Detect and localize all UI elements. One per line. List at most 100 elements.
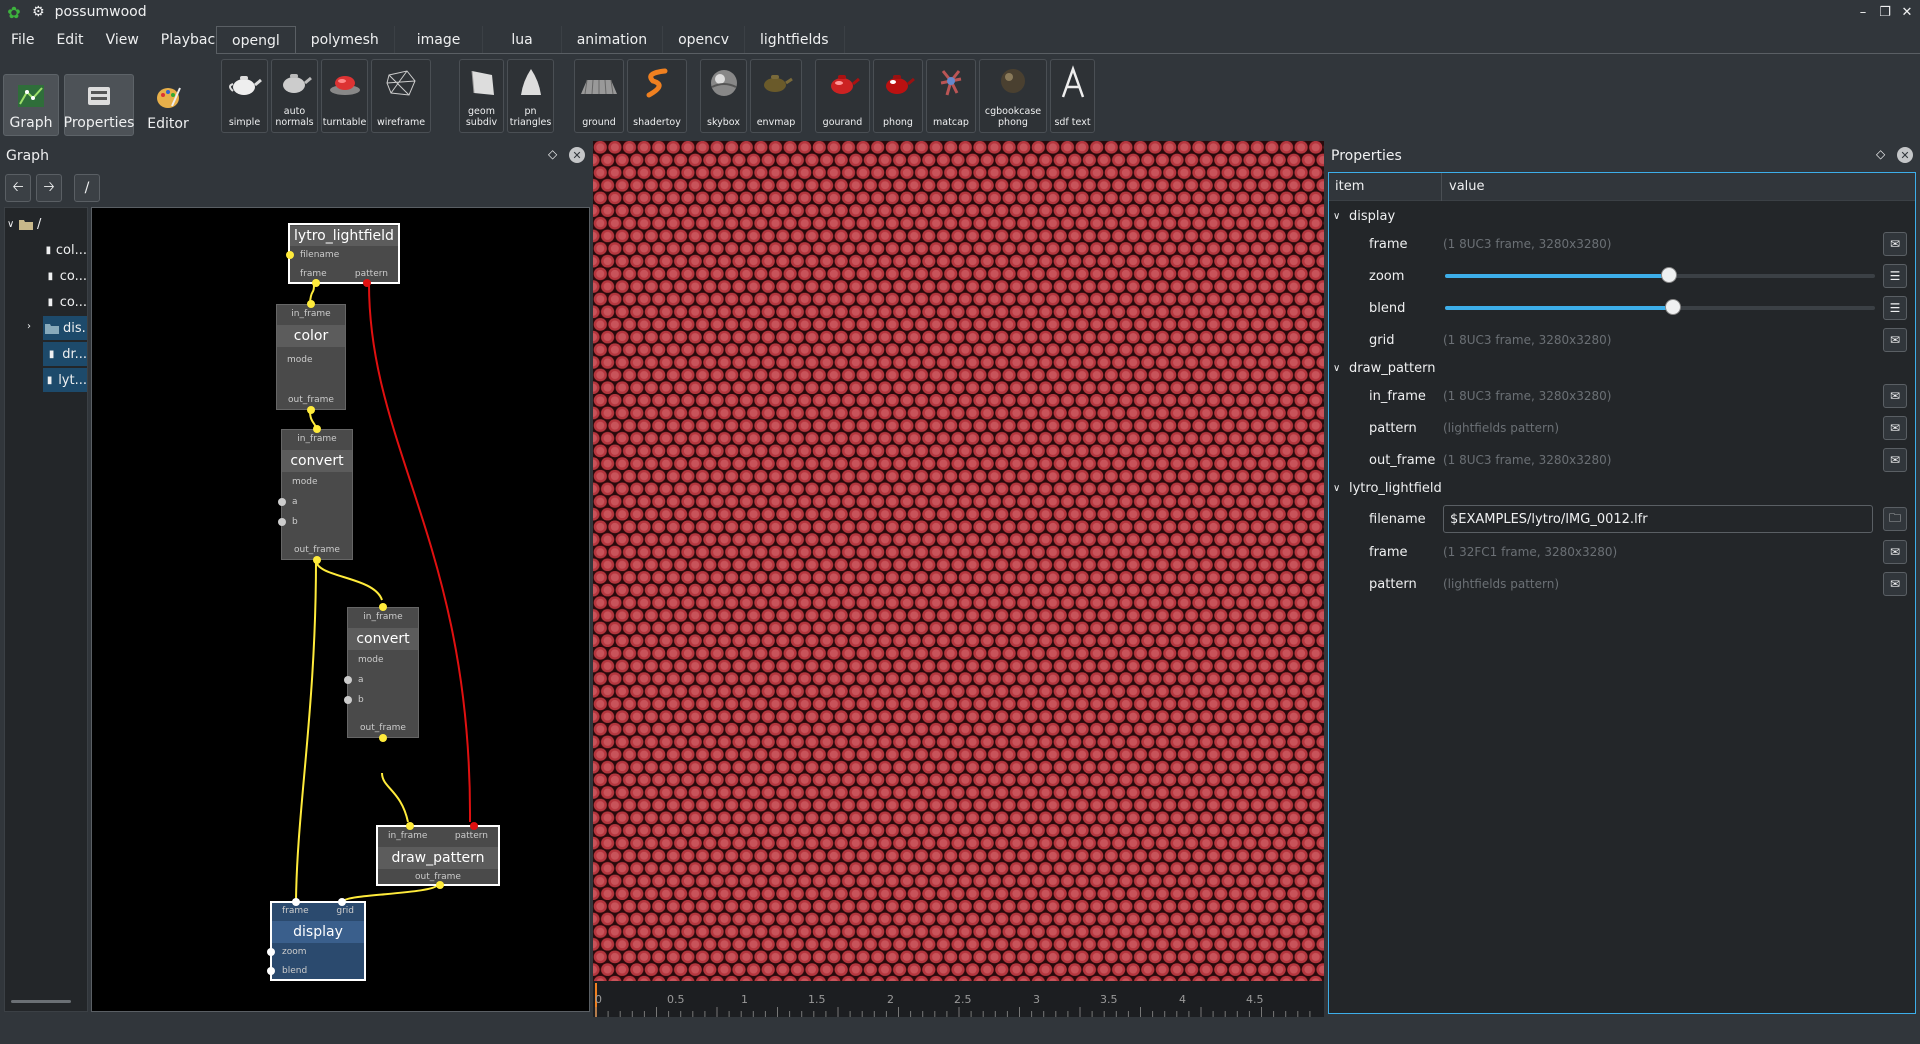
tab-opengl[interactable]: opengl [216,26,296,54]
pin-icon[interactable]: ⚙ [32,4,45,20]
tool-gourand[interactable]: gourand [815,59,870,133]
port-dot[interactable] [267,948,275,956]
column-item[interactable]: item [1335,179,1364,194]
tool-cgbookcase-phong[interactable]: cgbookcase phong [979,59,1047,133]
tree-item-convert-2[interactable]: ▮ co... [5,290,87,314]
zoom-slider[interactable] [1445,267,1875,283]
comment-icon[interactable]: ✉ [1883,328,1907,352]
node-draw-pattern[interactable]: in_frame pattern draw_pattern out_frame [376,822,500,889]
graph-button[interactable]: Graph [3,74,59,136]
tool-wireframe[interactable]: wireframe [371,59,431,133]
port-dot[interactable] [379,734,387,742]
column-value[interactable]: value [1449,179,1485,194]
comment-icon[interactable]: ✉ [1883,232,1907,256]
tool-skybox[interactable]: skybox [700,59,747,133]
port-dot[interactable] [470,822,478,830]
port-dot[interactable] [344,676,352,684]
tree-item-draw-pattern[interactable]: ▮ dr... [43,342,87,366]
tree-item-color[interactable]: ▮ col... [5,238,87,262]
menu-icon[interactable]: ☰ [1883,296,1907,320]
port-dot[interactable] [278,518,286,526]
port-dot[interactable] [286,251,294,259]
port-dot[interactable] [436,881,444,889]
forward-button[interactable]: 🡢 [36,174,62,202]
float-panel-icon[interactable]: ◇ [1876,147,1885,161]
tool-simple[interactable]: simple [221,59,268,133]
tool-geom-subdiv[interactable]: geom subdiv [459,59,504,133]
chevron-down-icon[interactable]: ∨ [1333,211,1340,222]
port-dot[interactable] [344,696,352,704]
restore-icon[interactable]: ❐ [1875,2,1895,22]
port-dot[interactable] [338,898,346,906]
comment-icon[interactable]: ✉ [1883,384,1907,408]
tool-shadertoy[interactable]: shadertoy [627,59,687,133]
node-lytro-lightfield[interactable]: lytro_lightfield filename frame pattern [286,223,400,287]
port-dot[interactable] [406,822,414,830]
tab-lightfields[interactable]: lightfields [745,26,845,54]
port-dot[interactable] [278,498,286,506]
port-dot[interactable] [379,603,387,611]
tool-pn-triangles[interactable]: pn triangles [507,59,554,133]
zoom-slider-handle[interactable] [1660,267,1677,283]
tree-item-lytro[interactable]: ▮ lyt... [43,368,87,392]
timeline[interactable]: 0 0.5 1 1.5 2 2.5 3 3.5 4 4.5 [593,981,1324,1017]
node-convert-1[interactable]: in_frame convert mode a b out_frame [278,425,353,564]
tool-envmap[interactable]: envmap [750,59,802,133]
tool-turntable[interactable]: turntable [321,59,368,133]
filename-input[interactable]: $EXAMPLES/lytro/IMG_0012.lfr [1443,505,1873,533]
port-dot[interactable] [292,898,300,906]
properties-button[interactable]: Properties [64,74,134,136]
tab-image[interactable]: image [395,26,484,54]
render-viewport[interactable] [593,141,1324,981]
group-display[interactable]: ∨ display [1329,203,1915,229]
path-root-button[interactable]: / [74,174,100,202]
tool-sdf-text[interactable]: sdf text [1050,59,1095,133]
blend-slider-handle[interactable] [1664,299,1681,315]
node-convert-2[interactable]: in_frame convert mode a b out_frame [344,603,419,742]
port-dot[interactable] [267,967,275,975]
comment-icon[interactable]: ✉ [1883,572,1907,596]
tab-polymesh[interactable]: polymesh [296,26,395,54]
tab-opencv[interactable]: opencv [663,26,746,54]
tool-matcap[interactable]: matcap [926,59,976,133]
comment-icon[interactable]: ✉ [1883,448,1907,472]
node-color[interactable]: in_frame color mode out_frame [276,300,346,414]
minimize-icon[interactable]: – [1853,2,1873,22]
chevron-down-icon[interactable]: ∨ [1333,363,1340,374]
close-window-icon[interactable]: ✕ [1897,2,1917,22]
port-dot[interactable] [313,556,321,564]
group-draw-pattern[interactable]: ∨ draw_pattern [1329,355,1915,381]
node-display[interactable]: frame grid display zoom blend [267,898,366,981]
tree-item-convert-1[interactable]: ▮ co... [5,264,87,288]
back-button[interactable]: 🡠 [5,174,31,202]
chevron-down-icon[interactable]: ∨ [1333,483,1340,494]
close-properties-panel-icon[interactable]: ✕ [1897,147,1913,163]
comment-icon[interactable]: ✉ [1883,416,1907,440]
tree-item-display[interactable]: dis... [43,316,87,340]
port-dot[interactable] [307,406,315,414]
blend-slider[interactable] [1445,299,1875,315]
menu-file[interactable]: File [0,32,45,48]
tool-ground[interactable]: ground [574,59,624,133]
port-dot[interactable] [363,279,371,287]
tree-item-root[interactable]: ∨ / [5,212,87,236]
port-dot[interactable] [307,300,315,308]
close-graph-panel-icon[interactable]: ✕ [569,147,585,163]
tab-lua[interactable]: lua [483,26,562,54]
tool-auto-normals[interactable]: auto normals [271,59,318,133]
tool-phong[interactable]: phong [873,59,923,133]
port-dot[interactable] [313,425,321,433]
folder-open-icon[interactable]: 🗀 [1883,507,1907,531]
menu-edit[interactable]: Edit [45,32,94,48]
group-lytro-lightfield[interactable]: ∨ lytro_lightfield [1329,475,1915,501]
menu-view[interactable]: View [95,32,150,48]
chevron-right-icon[interactable]: › [27,321,31,332]
menu-icon[interactable]: ☰ [1883,264,1907,288]
comment-icon[interactable]: ✉ [1883,540,1907,564]
chevron-down-icon[interactable]: ∨ [7,219,19,230]
float-panel-icon[interactable]: ◇ [548,147,557,161]
port-dot[interactable] [312,279,320,287]
editor-button[interactable]: Editor [140,74,196,136]
tree-scrollbar[interactable] [11,1000,71,1003]
tab-animation[interactable]: animation [562,26,664,54]
